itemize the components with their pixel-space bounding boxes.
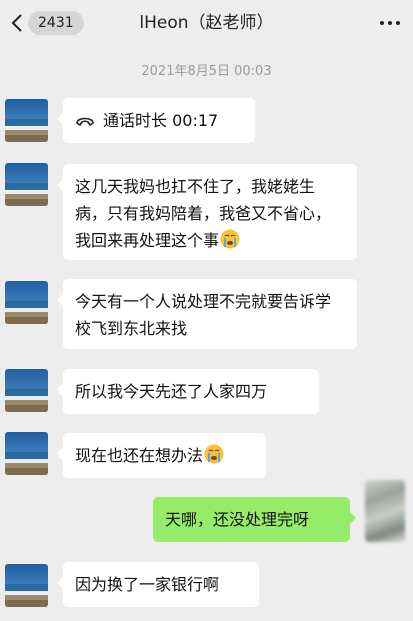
call-record-bubble[interactable]: 通话时长 00:17 (57, 98, 255, 143)
self-avatar[interactable] (365, 480, 405, 542)
phone-call-icon (76, 117, 94, 127)
contact-avatar[interactable] (5, 99, 48, 142)
message-text: 现在也还在想办法 (75, 446, 204, 465)
message-text: 天哪，还没处理完呀 (165, 510, 310, 529)
message-bubble[interactable]: 因为换了一家银行啊 (57, 562, 259, 607)
chat-title: lHeon（赵老师） (139, 13, 274, 33)
outgoing-message-bubble[interactable]: 天哪，还没处理完呀 (153, 497, 356, 542)
message-bubble[interactable]: 这几天我妈也扛不住了，我姥姥生病，只有我妈陪着，我爸又不省心，我回来再处理这个事 (57, 164, 357, 260)
contact-avatar[interactable] (5, 564, 48, 607)
contact-avatar[interactable] (5, 281, 48, 324)
contact-avatar[interactable] (5, 369, 48, 412)
call-duration-text: 通话时长 00:17 (103, 111, 219, 130)
crying-emoji-icon (220, 229, 240, 249)
message-text: 今天有一个人说处理不完就要告诉学校飞到东北来找 (75, 292, 332, 338)
message-bubble[interactable]: 今天有一个人说处理不完就要告诉学校飞到东北来找 (57, 279, 357, 349)
contact-avatar[interactable] (5, 432, 48, 475)
chat-header: 2431 lHeon（赵老师） (0, 0, 413, 46)
more-button[interactable] (373, 10, 407, 36)
message-bubble[interactable]: 现在也还在想办法 (57, 433, 266, 478)
message-text: 这几天我妈也扛不住了，我姥姥生病，只有我妈陪着，我爸又不省心，我回来再处理这个事 (75, 177, 332, 250)
message-timestamp: 2021年8月5日 00:03 (141, 64, 272, 79)
message-text: 因为换了一家银行啊 (75, 575, 220, 594)
contact-avatar[interactable] (5, 163, 48, 206)
crying-emoji-icon (204, 444, 224, 464)
message-text: 所以我今天先还了人家四万 (75, 382, 268, 401)
message-bubble[interactable]: 所以我今天先还了人家四万 (57, 369, 319, 414)
